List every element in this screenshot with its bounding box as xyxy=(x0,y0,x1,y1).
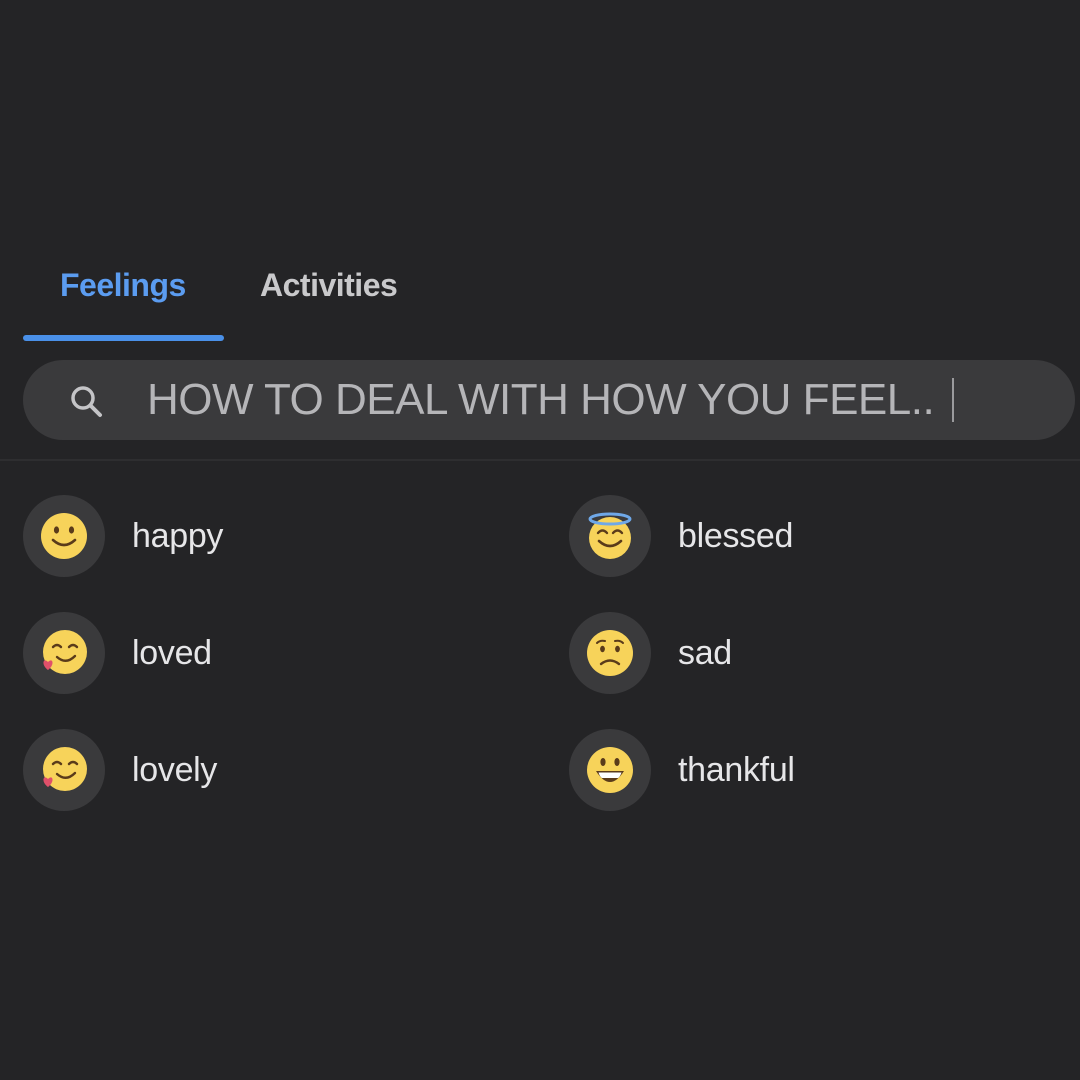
slightly-smiling-face-icon xyxy=(41,513,87,559)
divider xyxy=(0,459,1080,461)
feeling-label: blessed xyxy=(678,517,794,555)
emoji-badge xyxy=(23,495,105,577)
smiling-face-with-halo-icon xyxy=(588,512,632,559)
tab-bar: Feelings Activities xyxy=(0,240,1080,344)
search-icon xyxy=(71,386,102,417)
worried-face-icon xyxy=(587,630,633,676)
feelings-panel: Feelings Activities HOW TO DEAL WITH HOW… xyxy=(0,240,1080,1080)
tab-feelings[interactable]: Feelings xyxy=(60,254,186,316)
face-with-heart-icon xyxy=(43,747,87,791)
grinning-face-icon xyxy=(587,747,633,793)
feeling-label: loved xyxy=(132,634,212,672)
feeling-item-lovely[interactable]: lovely xyxy=(23,729,503,811)
feeling-item-loved[interactable]: loved xyxy=(23,612,503,694)
tab-activities[interactable]: Activities xyxy=(260,254,398,316)
top-empty-area xyxy=(0,0,1080,240)
face-with-heart-icon xyxy=(43,630,87,674)
emoji-badge xyxy=(569,729,651,811)
feeling-label: thankful xyxy=(678,751,795,789)
emoji-badge xyxy=(23,612,105,694)
feeling-label: happy xyxy=(132,517,224,555)
feeling-label: lovely xyxy=(132,751,218,789)
feeling-item-happy[interactable]: happy xyxy=(23,495,503,577)
feeling-item-blessed[interactable]: blessed xyxy=(569,495,1049,577)
feeling-label: sad xyxy=(678,634,732,672)
emoji-badge xyxy=(569,612,651,694)
emoji-badge xyxy=(23,729,105,811)
text-caret xyxy=(952,378,955,422)
feeling-item-sad[interactable]: sad xyxy=(569,612,1049,694)
feeling-picker-screen: Feelings Activities HOW TO DEAL WITH HOW… xyxy=(0,0,1080,1080)
feeling-item-thankful[interactable]: thankful xyxy=(569,729,1049,811)
active-tab-indicator xyxy=(23,335,224,341)
search-input-text: HOW TO DEAL WITH HOW YOU FEEL.. xyxy=(147,375,935,424)
search-input[interactable]: HOW TO DEAL WITH HOW YOU FEEL.. xyxy=(147,360,1007,440)
emoji-badge xyxy=(569,495,651,577)
search-bar[interactable]: HOW TO DEAL WITH HOW YOU FEEL.. xyxy=(23,360,1075,440)
